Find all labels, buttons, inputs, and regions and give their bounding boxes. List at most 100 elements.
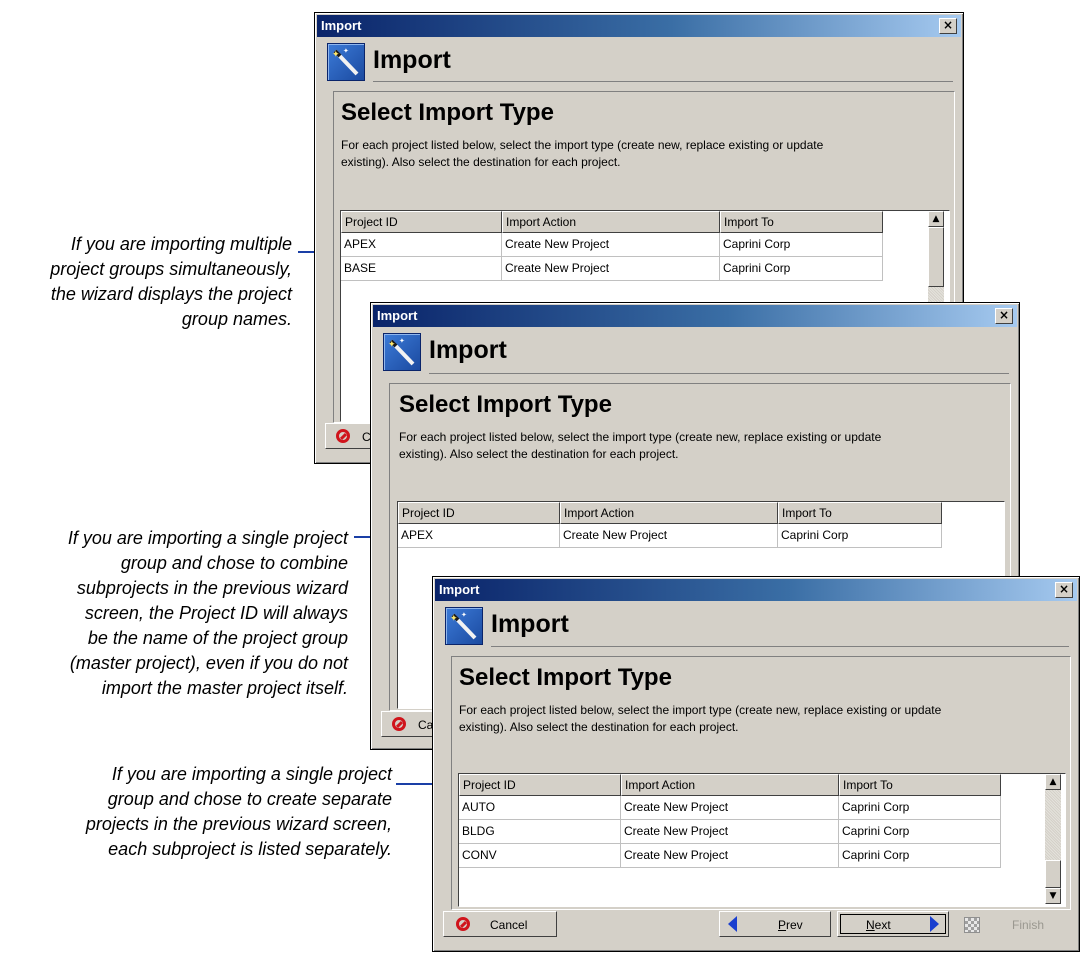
table-header: Project ID Import Action Import To	[341, 211, 883, 233]
callout-line: group names.	[181, 309, 292, 329]
header-title: Import	[491, 610, 569, 638]
column-header-import-to[interactable]: Import To	[720, 211, 883, 233]
next-mnemonic: N	[866, 918, 875, 932]
callout-line: If you are importing a single project	[67, 528, 348, 548]
cell-project-id: BLDG	[459, 820, 621, 844]
svg-text:✦: ✦	[399, 337, 405, 345]
cell-import-action[interactable]: Create New Project	[621, 796, 839, 820]
cell-import-action[interactable]: Create New Project	[560, 524, 778, 548]
project-table: Project ID Import Action Import To AUTO …	[458, 773, 1066, 907]
svg-text:✦: ✦	[332, 50, 340, 60]
description-line: existing). Also select the destination f…	[341, 155, 621, 169]
next-label: Next	[866, 918, 891, 932]
scroll-thumb[interactable]	[928, 227, 944, 287]
cancel-button[interactable]: Cancel	[443, 911, 557, 937]
description-line: For each project listed below, select th…	[459, 703, 942, 717]
next-label-rest: ext	[874, 918, 891, 932]
table-row[interactable]: APEX Create New Project Caprini Corp	[398, 524, 942, 548]
cell-import-action[interactable]: Create New Project	[502, 233, 720, 257]
magic-wand-icon: ✦ ✦	[445, 607, 483, 645]
scroll-up-button[interactable]: ▲	[928, 211, 944, 227]
cell-project-id: APEX	[341, 233, 502, 257]
column-header-import-to[interactable]: Import To	[778, 502, 942, 524]
description: For each project listed below, select th…	[341, 137, 823, 171]
column-header-project-id[interactable]: Project ID	[398, 502, 560, 524]
description-line: For each project listed below, select th…	[399, 430, 882, 444]
svg-text:✦: ✦	[343, 47, 349, 55]
finish-label: Finish	[1012, 918, 1045, 932]
callout-line: import the master project itself.	[101, 678, 348, 698]
prev-label-rest: rev	[786, 918, 803, 932]
header-title: Import	[373, 46, 451, 74]
callout-line: If you are importing multiple	[70, 234, 292, 254]
cancel-icon	[456, 917, 470, 931]
cell-import-to[interactable]: Caprini Corp	[839, 844, 1001, 868]
header-title: Import	[429, 336, 507, 364]
table-header: Project ID Import Action Import To	[459, 774, 1001, 796]
window-title: Import	[321, 18, 362, 33]
callout-line: be the name of the project group	[87, 628, 348, 648]
svg-text:✦: ✦	[461, 611, 467, 619]
column-header-import-to[interactable]: Import To	[839, 774, 1001, 796]
description: For each project listed below, select th…	[399, 429, 881, 463]
prev-button[interactable]: Prev	[719, 911, 831, 937]
callout-combined-subprojects: If you are importing a single project gr…	[68, 526, 348, 701]
cell-import-to[interactable]: Caprini Corp	[720, 233, 883, 257]
section-title: Select Import Type	[459, 664, 672, 691]
section-title: Select Import Type	[341, 99, 554, 126]
table-row[interactable]: BLDG Create New Project Caprini Corp	[459, 820, 1001, 844]
scroll-down-button[interactable]: ▼	[1045, 888, 1061, 904]
header-divider	[491, 646, 1069, 647]
callout-line: screen, the Project ID will always	[84, 603, 348, 623]
callout-line: group and chose to create separate	[107, 789, 392, 809]
table-row[interactable]: BASE Create New Project Caprini Corp	[341, 257, 883, 281]
column-header-import-action[interactable]: Import Action	[560, 502, 778, 524]
cell-project-id: BASE	[341, 257, 502, 281]
callout-line: group and chose to combine	[120, 553, 348, 573]
callout-separate-projects: If you are importing a single project gr…	[86, 762, 392, 862]
title-bar[interactable]: Import ×	[435, 579, 1077, 601]
cell-import-to[interactable]: Caprini Corp	[778, 524, 942, 548]
close-button[interactable]: ×	[939, 18, 957, 34]
cell-project-id: AUTO	[459, 796, 621, 820]
scroll-thumb[interactable]	[1045, 860, 1061, 888]
description-line: For each project listed below, select th…	[341, 138, 824, 152]
header-divider	[429, 373, 1009, 374]
cell-import-action[interactable]: Create New Project	[502, 257, 720, 281]
cell-import-action[interactable]: Create New Project	[621, 844, 839, 868]
table-row[interactable]: AUTO Create New Project Caprini Corp	[459, 796, 1001, 820]
scroll-up-button[interactable]: ▲	[1045, 774, 1061, 790]
cell-project-id: CONV	[459, 844, 621, 868]
column-header-import-action[interactable]: Import Action	[502, 211, 720, 233]
window-title: Import	[377, 308, 418, 323]
close-button[interactable]: ×	[995, 308, 1013, 324]
callout-line: If you are importing a single project	[111, 764, 392, 784]
table-header: Project ID Import Action Import To	[398, 502, 942, 524]
column-header-project-id[interactable]: Project ID	[459, 774, 621, 796]
cancel-icon	[392, 717, 406, 731]
description-line: existing). Also select the destination f…	[459, 720, 739, 734]
finish-button[interactable]: Finish	[953, 911, 1069, 937]
callout-line: projects in the previous wizard screen,	[85, 814, 392, 834]
next-button[interactable]: Next	[837, 911, 949, 937]
description: For each project listed below, select th…	[459, 702, 941, 736]
prev-label: Prev	[778, 918, 803, 932]
cell-import-to[interactable]: Caprini Corp	[720, 257, 883, 281]
window-title: Import	[439, 582, 480, 597]
prev-mnemonic: P	[778, 918, 787, 932]
cancel-icon	[336, 429, 350, 443]
description-line: existing). Also select the destination f…	[399, 447, 679, 461]
title-bar[interactable]: Import ×	[317, 15, 961, 37]
close-button[interactable]: ×	[1055, 582, 1073, 598]
svg-text:✦: ✦	[388, 340, 396, 350]
table-row[interactable]: APEX Create New Project Caprini Corp	[341, 233, 883, 257]
vertical-scrollbar[interactable]: ▲ ▼	[1045, 774, 1061, 904]
title-bar[interactable]: Import ×	[373, 305, 1017, 327]
column-header-import-action[interactable]: Import Action	[621, 774, 839, 796]
table-row[interactable]: CONV Create New Project Caprini Corp	[459, 844, 1001, 868]
cell-import-action[interactable]: Create New Project	[621, 820, 839, 844]
checkered-flag-icon	[964, 917, 980, 933]
column-header-project-id[interactable]: Project ID	[341, 211, 502, 233]
cell-import-to[interactable]: Caprini Corp	[839, 796, 1001, 820]
cell-import-to[interactable]: Caprini Corp	[839, 820, 1001, 844]
